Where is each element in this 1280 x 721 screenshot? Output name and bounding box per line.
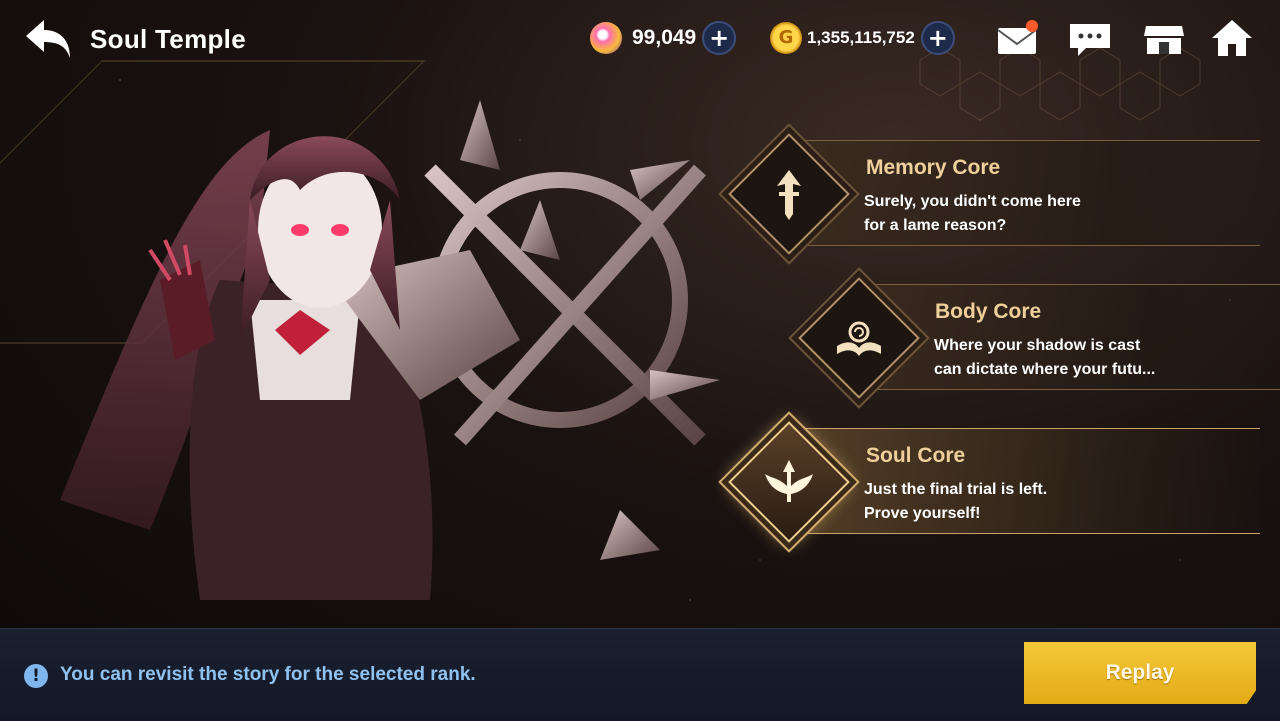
gold-counter: G 1,355,115,752 + — [770, 19, 955, 57]
book-icon — [837, 321, 881, 356]
home-icon[interactable] — [1210, 18, 1254, 58]
mail-icon[interactable] — [996, 18, 1040, 58]
wings-icon — [765, 460, 813, 502]
sword-icon — [777, 170, 801, 220]
add-gems-button[interactable]: + — [702, 21, 737, 55]
gold-amount: 1,355,115,752 — [807, 28, 915, 47]
memory-core-title: Memory Core — [866, 156, 1001, 179]
body-core-description: Where your shadow is cast can dictate wh… — [934, 337, 1156, 378]
top-bar: Soul Temple 99,049 + G 1,355,115,752 + — [0, 0, 1280, 80]
gem-icon — [590, 22, 622, 54]
gold-coin-icon: G — [770, 22, 802, 54]
soul-core-title: Soul Core — [866, 444, 966, 467]
page-title: Soul Temple — [90, 24, 246, 54]
chat-icon[interactable] — [1068, 18, 1112, 58]
soul-core-description: Just the final trial is left. Prove your… — [864, 481, 1048, 522]
gem-counter: 99,049 + — [590, 19, 737, 57]
memory-core-description: Surely, you didn't come here for a lame … — [864, 193, 1081, 234]
info-icon: ! — [24, 664, 48, 688]
body-core-title: Body Core — [935, 300, 1042, 323]
story-notice: You can revisit the story for the select… — [60, 664, 476, 685]
replay-button[interactable]: Replay — [1024, 642, 1256, 704]
character-illustration — [60, 100, 720, 600]
add-gold-button[interactable]: + — [920, 21, 955, 55]
shop-icon[interactable] — [1142, 18, 1186, 58]
gem-amount: 99,049 — [632, 26, 697, 49]
back-arrow-icon[interactable] — [22, 16, 74, 60]
